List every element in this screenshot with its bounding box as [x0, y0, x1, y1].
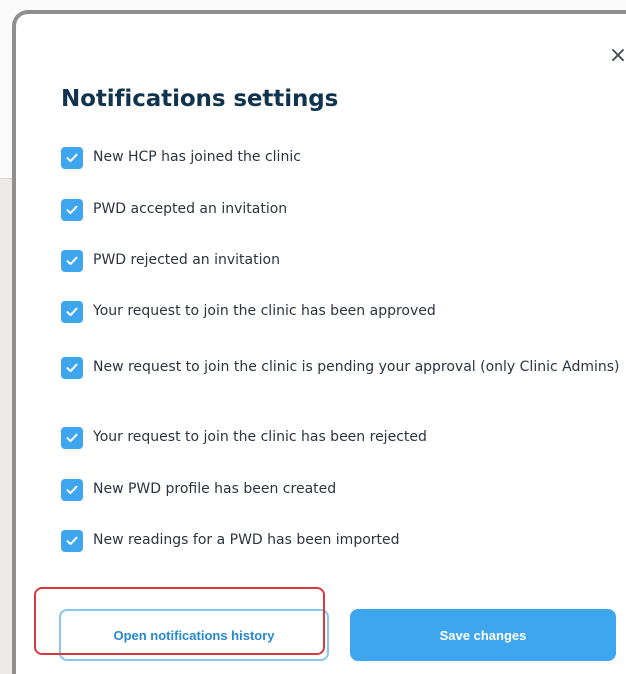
- check-icon: [66, 363, 78, 373]
- checkbox-request-approved[interactable]: [61, 301, 83, 323]
- notification-option-new-hcp-joined[interactable]: New HCP has joined the clinic: [61, 147, 621, 169]
- checkbox-request-rejected[interactable]: [61, 427, 83, 449]
- check-icon: [66, 433, 78, 443]
- close-icon: ×: [608, 43, 626, 68]
- close-button[interactable]: ×: [601, 41, 626, 71]
- checkbox-readings-imported[interactable]: [61, 530, 83, 552]
- notification-option-request-pending-approval[interactable]: New request to join the clinic is pendin…: [61, 357, 621, 379]
- notification-option-pwd-accepted[interactable]: PWD accepted an invitation: [61, 199, 621, 221]
- check-icon: [66, 307, 78, 317]
- check-icon: [66, 153, 78, 163]
- notification-option-pwd-rejected[interactable]: PWD rejected an invitation: [61, 250, 621, 272]
- notification-option-pwd-profile-created[interactable]: New PWD profile has been created: [61, 479, 621, 501]
- option-label: PWD accepted an invitation: [93, 201, 288, 217]
- notification-option-readings-imported[interactable]: New readings for a PWD has been imported: [61, 530, 621, 552]
- check-icon: [66, 536, 78, 546]
- checkbox-pwd-rejected[interactable]: [61, 250, 83, 272]
- save-changes-button[interactable]: Save changes: [350, 609, 616, 661]
- option-label: Your request to join the clinic has been…: [93, 429, 427, 445]
- checkbox-pwd-profile-created[interactable]: [61, 479, 83, 501]
- option-label: PWD rejected an invitation: [93, 252, 280, 268]
- option-label: New readings for a PWD has been imported: [93, 532, 400, 548]
- notifications-settings-modal: × Notifications settings New HCP has joi…: [12, 10, 626, 674]
- checkbox-request-pending-approval[interactable]: [61, 357, 83, 379]
- option-label: Your request to join the clinic has been…: [93, 303, 436, 319]
- notification-option-request-rejected[interactable]: Your request to join the clinic has been…: [61, 427, 621, 449]
- check-icon: [66, 256, 78, 266]
- check-icon: [66, 485, 78, 495]
- check-icon: [66, 205, 78, 215]
- checkbox-pwd-accepted[interactable]: [61, 199, 83, 221]
- checkbox-new-hcp-joined[interactable]: [61, 147, 83, 169]
- notification-option-request-approved[interactable]: Your request to join the clinic has been…: [61, 301, 621, 323]
- open-notifications-history-button[interactable]: Open notifications history: [59, 609, 329, 661]
- option-label: New PWD profile has been created: [93, 481, 337, 497]
- option-label: New request to join the clinic is pendin…: [93, 359, 620, 375]
- modal-title: Notifications settings: [61, 86, 339, 112]
- option-label: New HCP has joined the clinic: [93, 149, 301, 165]
